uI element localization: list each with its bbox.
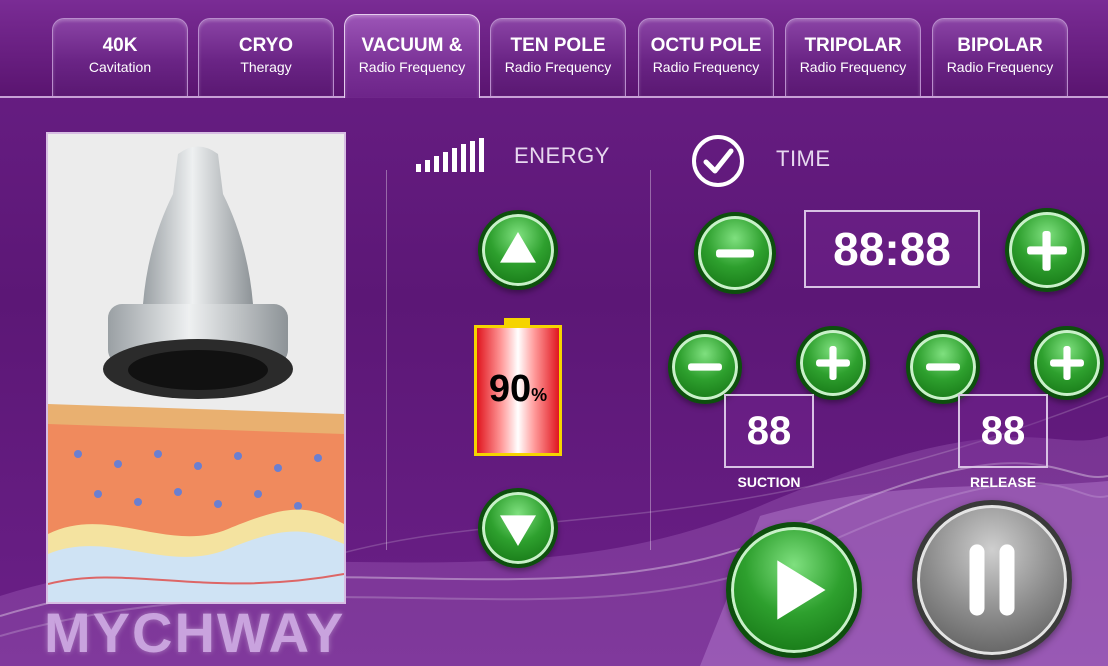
tab-subtitle: Radio Frequency [799, 59, 907, 75]
handpiece-skin-illustration [46, 132, 346, 604]
battery-body: 90% [474, 325, 562, 456]
arrow-up-icon [500, 232, 536, 263]
tab-subtitle: Radio Frequency [358, 59, 466, 75]
signal-strength-icon [416, 138, 484, 172]
divider-left [386, 170, 387, 550]
suction-decrease-button[interactable] [668, 330, 742, 404]
suction-display: 88 [724, 394, 814, 468]
time-increase-button[interactable] [1005, 208, 1089, 292]
arrow-down-icon [500, 515, 536, 546]
energy-level-value: 90 [488, 368, 532, 410]
minus-icon [926, 363, 960, 371]
pause-icon [969, 544, 1015, 616]
plus-icon [1027, 231, 1067, 271]
start-button[interactable] [726, 522, 862, 658]
tab-title: 40K [102, 35, 138, 56]
tab-title: VACUUM & [361, 35, 463, 56]
brand-logo-text: MYCHWAY [44, 601, 346, 664]
energy-down-button[interactable] [478, 488, 558, 568]
tab-40k-cavitation[interactable]: 40K Cavitation [52, 18, 188, 96]
tab-title: TRIPOLAR [804, 35, 902, 56]
minus-icon [716, 249, 754, 258]
plus-icon [1050, 346, 1084, 380]
divider-right [650, 170, 651, 550]
tab-subtitle: Radio Frequency [946, 59, 1054, 75]
minus-icon [688, 363, 722, 371]
vacuum-handpiece-image [48, 134, 344, 602]
release-increase-button[interactable] [1030, 326, 1104, 400]
tab-tripolar-rf[interactable]: TRIPOLAR Radio Frequency [785, 18, 921, 96]
tab-title: OCTU POLE [650, 35, 762, 56]
time-display: 88:88 [804, 210, 980, 288]
tab-title: TEN POLE [510, 35, 606, 56]
tab-bipolar-rf[interactable]: BIPOLAR Radio Frequency [932, 18, 1068, 96]
energy-level-unit: % [531, 385, 548, 405]
tab-subtitle: Radio Frequency [504, 59, 612, 75]
tab-vacuum-rf[interactable]: VACUUM & Radio Frequency [344, 14, 480, 98]
time-label: TIME [776, 146, 831, 171]
check-circle-icon [692, 135, 744, 187]
tab-subtitle: Theragy [240, 59, 292, 75]
tab-title: CRYO [238, 35, 294, 56]
tab-subtitle: Radio Frequency [652, 59, 760, 75]
tab-title: BIPOLAR [957, 35, 1043, 56]
energy-up-button[interactable] [478, 210, 558, 290]
pause-button[interactable] [912, 500, 1072, 660]
plus-icon [816, 346, 850, 380]
mode-tab-bar: 40K Cavitation CRYO Theragy VACUUM & Rad… [0, 0, 1108, 98]
tab-cryo-theragy[interactable]: CRYO Theragy [198, 18, 334, 96]
play-icon [777, 560, 826, 620]
release-decrease-button[interactable] [906, 330, 980, 404]
energy-label: ENERGY [514, 143, 610, 168]
energy-battery-gauge: 90% [474, 318, 562, 456]
tab-subtitle: Cavitation [88, 59, 152, 75]
suction-caption: SUCTION [737, 474, 801, 490]
time-decrease-button[interactable] [694, 212, 776, 294]
tab-ten-pole-rf[interactable]: TEN POLE Radio Frequency [490, 18, 626, 96]
release-caption: RELEASE [969, 474, 1037, 490]
tab-octu-pole-rf[interactable]: OCTU POLE Radio Frequency [638, 18, 774, 96]
release-display: 88 [958, 394, 1048, 468]
suction-increase-button[interactable] [796, 326, 870, 400]
